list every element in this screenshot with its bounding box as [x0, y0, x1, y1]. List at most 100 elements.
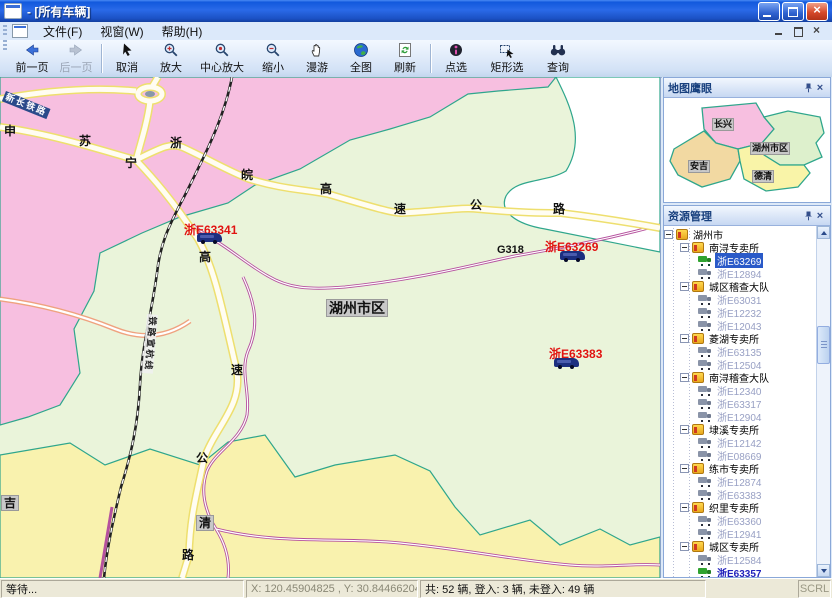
rect-select-button[interactable]: 矩形选	[478, 40, 536, 77]
vehicle-icon	[698, 555, 712, 564]
pan-button[interactable]: 漫游	[295, 40, 339, 77]
menu-view[interactable]: 视窗(W)	[91, 22, 152, 41]
vehicle-icon	[698, 490, 712, 499]
restore-button[interactable]	[782, 2, 804, 21]
menu-grip[interactable]	[3, 25, 7, 37]
prev-page-button[interactable]: 前一页	[10, 40, 54, 77]
mdi-restore-button[interactable]	[792, 25, 805, 37]
organization-icon	[692, 463, 704, 474]
road-char: 申	[4, 125, 16, 137]
pin-icon[interactable]	[802, 82, 814, 94]
resource-panel: 资源管理 湖州市 南浔专卖所 浙E63269 浙E12894 城区稽查大队 浙E…	[663, 205, 831, 578]
vehicle-icon	[698, 256, 712, 265]
resource-panel-title: 资源管理	[668, 208, 712, 224]
minimap-panel-title: 地图鹰眼	[668, 80, 712, 96]
collapse-icon[interactable]	[680, 503, 689, 512]
toolbar-separator	[101, 44, 102, 73]
tree-scrollbar[interactable]	[816, 226, 830, 577]
minimize-button[interactable]	[758, 2, 780, 21]
collapse-icon[interactable]	[680, 542, 689, 551]
collapse-icon[interactable]	[680, 464, 689, 473]
close-icon[interactable]	[814, 82, 826, 94]
mdi-minimize-button[interactable]	[773, 25, 786, 37]
menu-bar: 文件(F) 视窗(W) 帮助(H)	[0, 22, 832, 41]
organization-icon	[692, 333, 704, 344]
road-char: 速	[394, 203, 406, 215]
close-button[interactable]	[806, 2, 828, 21]
county-label-anji: 吉	[1, 495, 19, 511]
status-message: 等待...	[1, 580, 244, 598]
vehicle-marker-icon[interactable]	[197, 233, 222, 242]
scroll-up-icon[interactable]	[817, 226, 830, 239]
resource-panel-header: 资源管理	[664, 206, 830, 226]
collapse-icon[interactable]	[680, 334, 689, 343]
pin-icon[interactable]	[802, 210, 814, 222]
vehicle-icon	[698, 308, 712, 317]
vehicle-icon	[698, 360, 712, 369]
status-spacer	[708, 580, 796, 598]
full-extent-button[interactable]: 全图	[339, 40, 383, 77]
organization-icon	[692, 372, 704, 383]
arrow-left-icon	[24, 42, 40, 58]
road-char: 浙	[170, 137, 182, 149]
zoom-in-icon	[163, 42, 179, 58]
menu-file[interactable]: 文件(F)	[34, 22, 91, 41]
collapse-icon[interactable]	[680, 282, 689, 291]
toolbar-grip[interactable]	[3, 40, 7, 52]
mdi-close-button[interactable]	[811, 25, 824, 37]
status-bar: 等待... X: 120.45904825 , Y: 30.84466204 共…	[0, 578, 832, 598]
resource-tree: 湖州市 南浔专卖所 浙E63269 浙E12894 城区稽查大队 浙E63031…	[664, 226, 830, 577]
close-icon[interactable]	[814, 210, 826, 222]
road-label-g318: G318	[497, 245, 524, 256]
organization-icon	[676, 229, 688, 240]
organization-icon	[692, 502, 704, 513]
road-char: 高	[199, 251, 211, 263]
query-button[interactable]: 查询	[536, 40, 580, 77]
rect-select-icon	[499, 42, 515, 58]
road-char: 高	[320, 183, 332, 195]
refresh-icon	[397, 42, 413, 58]
next-page-button[interactable]: 后一页	[54, 40, 98, 77]
binoculars-icon	[550, 42, 566, 58]
cancel-button[interactable]: 取消	[105, 40, 149, 77]
mdi-child-icon[interactable]	[12, 24, 28, 38]
refresh-button[interactable]: 刷新	[383, 40, 427, 77]
minimap-panel: 地图鹰眼 长兴 湖州市区 安吉 德清	[663, 77, 831, 203]
minimap-region-changxing: 长兴	[712, 118, 734, 131]
vehicle-icon	[698, 516, 712, 525]
center-zoom-button[interactable]: 中心放大	[193, 40, 251, 77]
scroll-down-icon[interactable]	[817, 564, 830, 577]
minimap-panel-header: 地图鹰眼	[664, 78, 830, 98]
collapse-icon[interactable]	[664, 230, 673, 239]
status-scroll-lock: SCRL	[798, 580, 831, 598]
organization-icon	[692, 242, 704, 253]
vehicle-marker-icon[interactable]	[560, 251, 585, 260]
menu-help[interactable]: 帮助(H)	[153, 22, 212, 41]
scrollbar-thumb[interactable]	[817, 326, 830, 364]
map-canvas[interactable]	[0, 77, 660, 578]
zoom-out-button[interactable]: 缩小	[251, 40, 295, 77]
status-coordinates: X: 120.45904825 , Y: 30.84466204	[246, 580, 418, 598]
minimap-region-anji: 安吉	[688, 160, 710, 173]
vehicle-marker-icon[interactable]	[554, 358, 579, 367]
collapse-icon[interactable]	[680, 243, 689, 252]
point-select-button[interactable]: 点选	[434, 40, 478, 77]
vehicle-icon	[698, 477, 712, 486]
zoom-center-icon	[214, 42, 230, 58]
zoom-in-button[interactable]: 放大	[149, 40, 193, 77]
collapse-icon[interactable]	[680, 425, 689, 434]
toolbar-separator	[430, 44, 431, 73]
vehicle-icon	[698, 399, 712, 408]
map-view[interactable]: 申 苏 宁 浙 皖 高 速 公 路 高 速 公 路 G318 新长铁路 铁路宣杭…	[0, 77, 661, 578]
application-window: - [所有车辆] 文件(F) 视窗(W) 帮助(H) 前一页 后一页	[0, 0, 832, 598]
vehicle-icon	[698, 269, 712, 278]
tree-node-vehicle[interactable]: 浙E63357	[664, 566, 817, 577]
collapse-icon[interactable]	[680, 373, 689, 382]
city-label-huzhou: 湖州市区	[326, 299, 388, 317]
globe-icon	[353, 42, 369, 58]
status-vehicle-counts: 共: 52 辆, 登入: 3 辆, 未登入: 49 辆	[420, 580, 706, 598]
minimap-canvas[interactable]: 长兴 湖州市区 安吉 德清	[664, 98, 830, 202]
vehicle-icon	[698, 568, 712, 577]
minimap-region-deqing: 德清	[752, 170, 774, 183]
road-char: 路	[553, 203, 565, 215]
